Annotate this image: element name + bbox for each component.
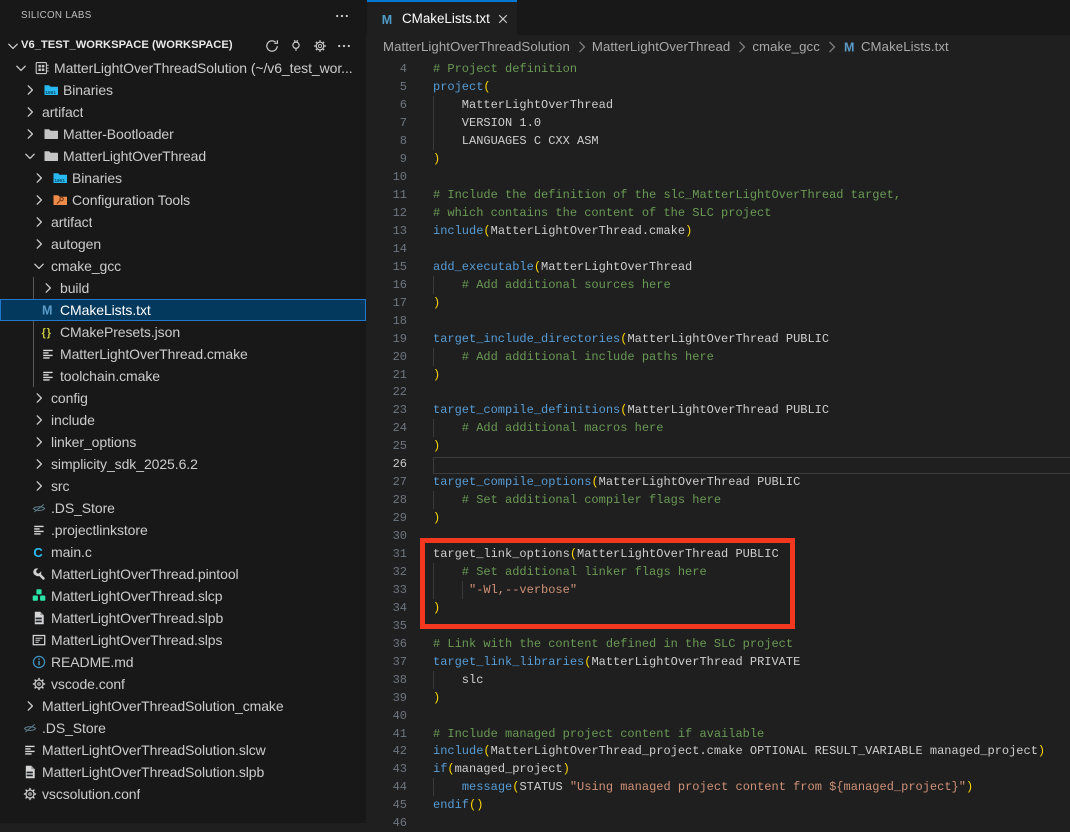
svg-text:1001: 1001 [54,178,65,184]
svg-text:C: C [33,545,43,560]
svg-text:M: M [382,12,392,26]
svg-text:M: M [42,304,52,318]
svg-text:M: M [844,41,855,55]
svg-text:{}: {} [42,327,52,339]
svg-text:1001: 1001 [45,90,56,96]
